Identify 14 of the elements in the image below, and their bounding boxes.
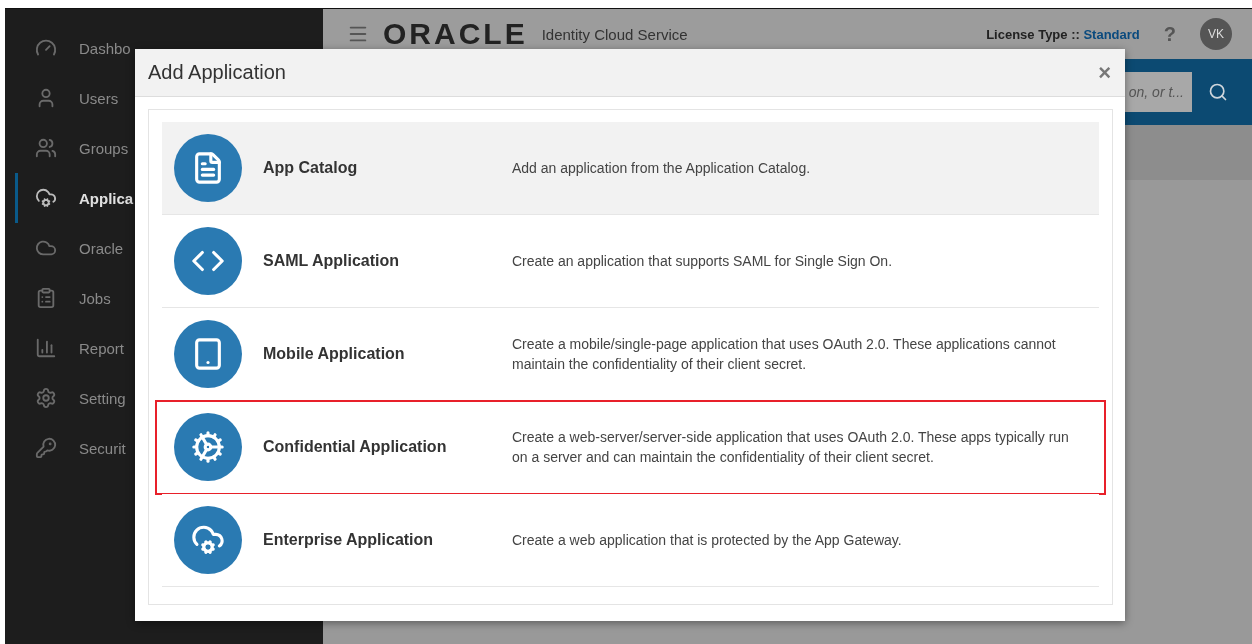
option-description: Create a mobile/single-page application that uses OAuth 2.0. These applications cannot maintain the confidentiality of their client secret.	[512, 335, 1057, 374]
option-description: Create a web-server/server-side application that uses OAuth 2.0. These apps typically run on a server and can maintain the confidentiality of their client secret.	[512, 428, 1070, 467]
dialog-title: Add Application	[148, 61, 286, 84]
option-title: SAML Application	[263, 252, 400, 270]
option-description: Create a web application that is protected by the App Gateway.	[512, 531, 902, 550]
option-title: App Catalog	[263, 159, 359, 177]
logo: ORACLE	[383, 17, 528, 51]
license-type: License Type :: Standard	[986, 26, 1140, 42]
option-description: Add an application from the Application Catalog.	[512, 159, 811, 178]
product-name: Identity Cloud Service	[541, 25, 688, 43]
option-title: Confidential Application	[263, 438, 448, 456]
option-title: Mobile Application	[263, 345, 406, 363]
option-title: Enterprise Application	[263, 531, 435, 549]
option-description: Create an application that supports SAML for Single Sign On.	[512, 252, 893, 271]
